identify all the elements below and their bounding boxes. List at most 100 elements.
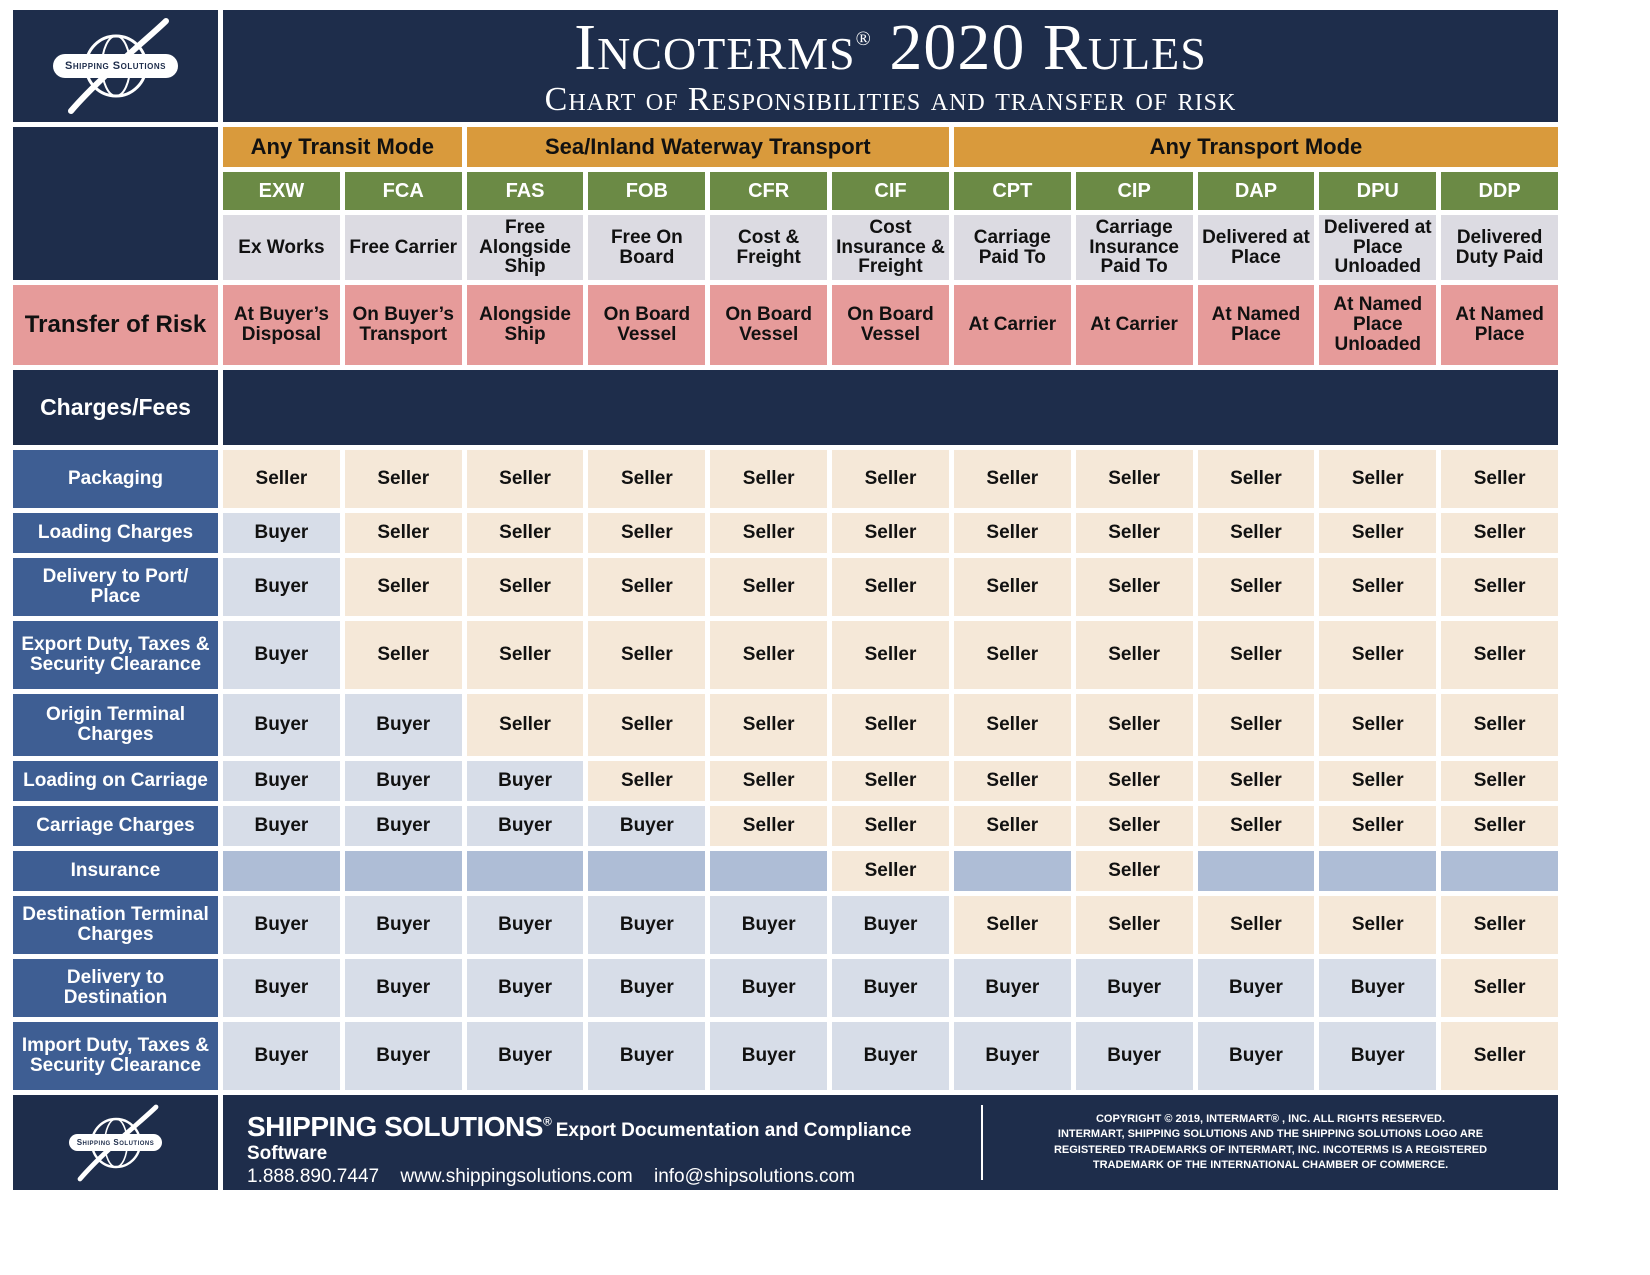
responsibility-cell: Seller — [344, 450, 462, 508]
responsibility-cell: Seller — [588, 761, 706, 801]
responsibility-cell: Buyer — [223, 806, 340, 846]
responsibility-cell: Buyer — [710, 896, 828, 954]
responsibility-cell: Buyer — [223, 558, 340, 616]
title-row: Shipping Solutions Incoterms® 2020 Rules… — [13, 10, 1558, 122]
title-banner: Incoterms® 2020 Rules Chart of Responsib… — [223, 10, 1558, 122]
term-code-ddp: DDP — [1441, 172, 1558, 210]
responsibility-cell: Buyer — [344, 1022, 462, 1090]
responsibility-cell: Buyer — [223, 513, 340, 553]
responsibility-cell: Seller — [710, 621, 828, 689]
term-name: Free Carrier — [344, 215, 462, 280]
responsibility-cell: Seller — [466, 513, 584, 553]
responsibility-cell: Seller — [710, 450, 828, 508]
term-code-cfr: CFR — [710, 172, 828, 210]
responsibility-cell: Seller — [832, 450, 949, 508]
footer-website-link[interactable]: www.shippingsolutions.com — [400, 1166, 632, 1187]
responsibility-cell — [1197, 851, 1315, 891]
term-code-cpt: CPT — [953, 172, 1071, 210]
responsibility-cell: Buyer — [344, 694, 462, 756]
charge-row-label: Insurance — [13, 851, 218, 891]
copyright-line: INTERMART, SHIPPING SOLUTIONS AND THE SH… — [1057, 1128, 1484, 1141]
responsibility-cell: Seller — [466, 558, 584, 616]
risk-transfer-point: At Named Place Unloaded — [1319, 285, 1437, 365]
responsibility-cell: Seller — [1319, 761, 1437, 801]
term-code-fca: FCA — [344, 172, 462, 210]
responsibility-cell: Seller — [588, 694, 706, 756]
responsibility-cell: Seller — [953, 896, 1071, 954]
responsibility-cell: Seller — [466, 694, 584, 756]
responsibility-cell: Seller — [1075, 558, 1193, 616]
term-name: Carriage Insurance Paid To — [1075, 215, 1193, 280]
responsibility-cell: Seller — [1075, 761, 1193, 801]
term-code-fas: FAS — [466, 172, 584, 210]
term-code-fob: FOB — [588, 172, 706, 210]
charge-row-label: Destination Terminal Charges — [13, 896, 218, 954]
responsibility-cell: Buyer — [466, 896, 584, 954]
responsibility-cell: Seller — [1197, 761, 1315, 801]
risk-transfer-point: At Carrier — [953, 285, 1071, 365]
risk-transfer-point: On Buyer’s Transport — [344, 285, 462, 365]
responsibility-cell: Seller — [1197, 558, 1315, 616]
responsibility-cell: Seller — [344, 513, 462, 553]
responsibility-cell: Seller — [832, 621, 949, 689]
responsibility-cell: Buyer — [1075, 1022, 1193, 1090]
responsibility-cell: Buyer — [344, 959, 462, 1017]
responsibility-cell: Seller — [1441, 450, 1558, 508]
charge-row-label: Delivery to Port/ Place — [13, 558, 218, 616]
term-name: Carriage Paid To — [953, 215, 1071, 280]
responsibility-cell: Seller — [1441, 1022, 1558, 1090]
responsibility-cell: Seller — [832, 513, 949, 553]
responsibility-cell: Seller — [1075, 450, 1193, 508]
page-title: Incoterms® 2020 Rules — [574, 11, 1207, 84]
responsibility-cell: Buyer — [223, 621, 340, 689]
footer: Shipping Solutions SHIPPING SOLUTIONS® E… — [13, 1095, 1558, 1218]
responsibility-cell: Buyer — [1319, 959, 1437, 1017]
header-corner — [13, 127, 218, 280]
responsibility-cell: Seller — [1197, 896, 1315, 954]
footer-copyright: COPYRIGHT © 2019, INTERMART® , INC. ALL … — [983, 1095, 1558, 1190]
transfer-of-risk-label: Transfer of Risk — [13, 285, 218, 365]
responsibility-cell: Seller — [1197, 806, 1315, 846]
footer-main: SHIPPING SOLUTIONS® Export Documentation… — [223, 1095, 1558, 1218]
responsibility-cell — [710, 851, 828, 891]
responsibility-cell — [223, 851, 340, 891]
responsibility-cell: Seller — [953, 761, 1071, 801]
responsibility-cell — [1319, 851, 1437, 891]
responsibility-cell: Seller — [953, 694, 1071, 756]
responsibility-cell: Seller — [832, 694, 949, 756]
responsibility-cell: Seller — [1075, 851, 1193, 891]
footer-email-link[interactable]: info@shipsolutions.com — [654, 1166, 855, 1187]
responsibility-cell: Seller — [1319, 450, 1437, 508]
charge-row-label: Loading on Carriage — [13, 761, 218, 801]
responsibility-cell: Buyer — [223, 761, 340, 801]
responsibility-cell: Seller — [1075, 806, 1193, 846]
term-code-exw: EXW — [223, 172, 340, 210]
responsibility-cell: Buyer — [466, 959, 584, 1017]
transport-group-header: Any Transit Mode — [223, 127, 462, 167]
responsibility-cell: Seller — [344, 558, 462, 616]
responsibility-cell: Buyer — [710, 959, 828, 1017]
responsibility-cell: Seller — [1441, 761, 1558, 801]
responsibility-cell: Seller — [1075, 694, 1193, 756]
responsibility-cell: Seller — [1197, 621, 1315, 689]
responsibility-cell: Seller — [588, 558, 706, 616]
responsibility-cell: Seller — [710, 513, 828, 553]
incoterms-chart: Shipping Solutions Incoterms® 2020 Rules… — [13, 10, 1558, 1218]
responsibility-cell: Buyer — [1075, 959, 1193, 1017]
responsibility-cell: Seller — [953, 806, 1071, 846]
responsibility-cell: Buyer — [223, 959, 340, 1017]
responsibility-cell: Buyer — [832, 896, 949, 954]
responsibility-cell: Seller — [710, 558, 828, 616]
responsibility-cell: Seller — [710, 694, 828, 756]
responsibility-cell: Buyer — [710, 1022, 828, 1090]
responsibility-cell: Buyer — [223, 694, 340, 756]
logo-text: Shipping Solutions — [53, 54, 178, 78]
responsibility-cell: Seller — [344, 621, 462, 689]
copyright-line: TRADEMARK OF THE INTERNATIONAL CHAMBER O… — [1092, 1158, 1449, 1171]
responsibility-cell — [1441, 851, 1558, 891]
risk-transfer-point: At Named Place — [1441, 285, 1558, 365]
term-name: Cost & Freight — [710, 215, 828, 280]
responsibility-cell: Seller — [1319, 621, 1437, 689]
responsibility-cell: Seller — [1441, 513, 1558, 553]
term-code-dpu: DPU — [1319, 172, 1437, 210]
